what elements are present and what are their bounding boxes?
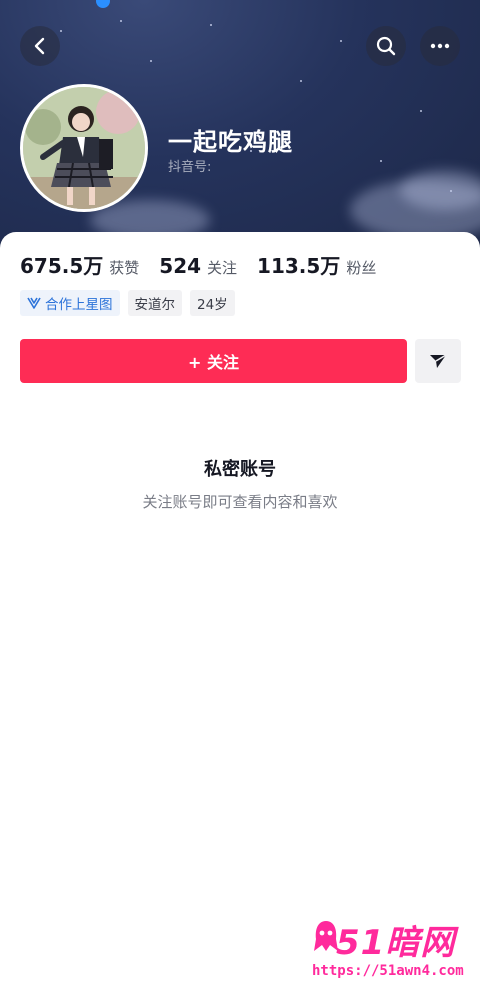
status-dot bbox=[96, 0, 110, 8]
avatar[interactable] bbox=[20, 84, 148, 212]
back-button[interactable] bbox=[20, 26, 60, 66]
stat-likes-label: 获赞 bbox=[109, 259, 140, 277]
watermark-url: https://51awn4.com bbox=[312, 963, 464, 979]
private-account-subtitle: 关注账号即可查看内容和喜欢 bbox=[142, 493, 338, 511]
stat-likes-value: 675.5万 bbox=[20, 254, 104, 278]
profile-name: 一起吃鸡腿 bbox=[168, 128, 293, 156]
xingtu-tag-label: 合作上星图 bbox=[45, 297, 113, 313]
location-tag: 安道尔 bbox=[127, 290, 182, 316]
more-icon bbox=[430, 43, 450, 49]
age-tag: 24岁 bbox=[190, 290, 235, 316]
stat-likes: 675.5万 获赞 bbox=[20, 250, 139, 279]
share-button[interactable] bbox=[415, 339, 461, 383]
douyin-id-label[interactable]: 抖音号: bbox=[168, 156, 211, 175]
stat-followers[interactable]: 113.5万 粉丝 bbox=[257, 250, 376, 279]
share-icon bbox=[430, 354, 447, 368]
private-account-title: 私密账号 bbox=[204, 459, 276, 480]
stat-following[interactable]: 524 关注 bbox=[159, 254, 237, 278]
stat-followers-label: 粉丝 bbox=[346, 259, 377, 277]
watermark-logo: 51暗网 bbox=[336, 923, 456, 963]
back-icon bbox=[34, 37, 45, 55]
follow-button[interactable]: + 关注 bbox=[20, 339, 407, 383]
avatar-image bbox=[23, 87, 145, 209]
profile-tags: 合作上星图 安道尔 24岁 bbox=[20, 290, 243, 316]
stat-followers-value: 113.5万 bbox=[257, 254, 341, 278]
watermark: 51暗网 https://51awn4.com bbox=[312, 915, 464, 987]
more-button[interactable] bbox=[420, 26, 460, 66]
stat-following-value: 524 bbox=[159, 254, 202, 278]
xingtu-tag[interactable]: 合作上星图 bbox=[20, 290, 120, 316]
xingtu-icon bbox=[27, 297, 41, 309]
stats-row: 675.5万 获赞 524 关注 113.5万 粉丝 bbox=[20, 250, 396, 279]
stat-following-label: 关注 bbox=[207, 259, 238, 277]
search-button[interactable] bbox=[366, 26, 406, 66]
search-icon bbox=[376, 36, 396, 56]
